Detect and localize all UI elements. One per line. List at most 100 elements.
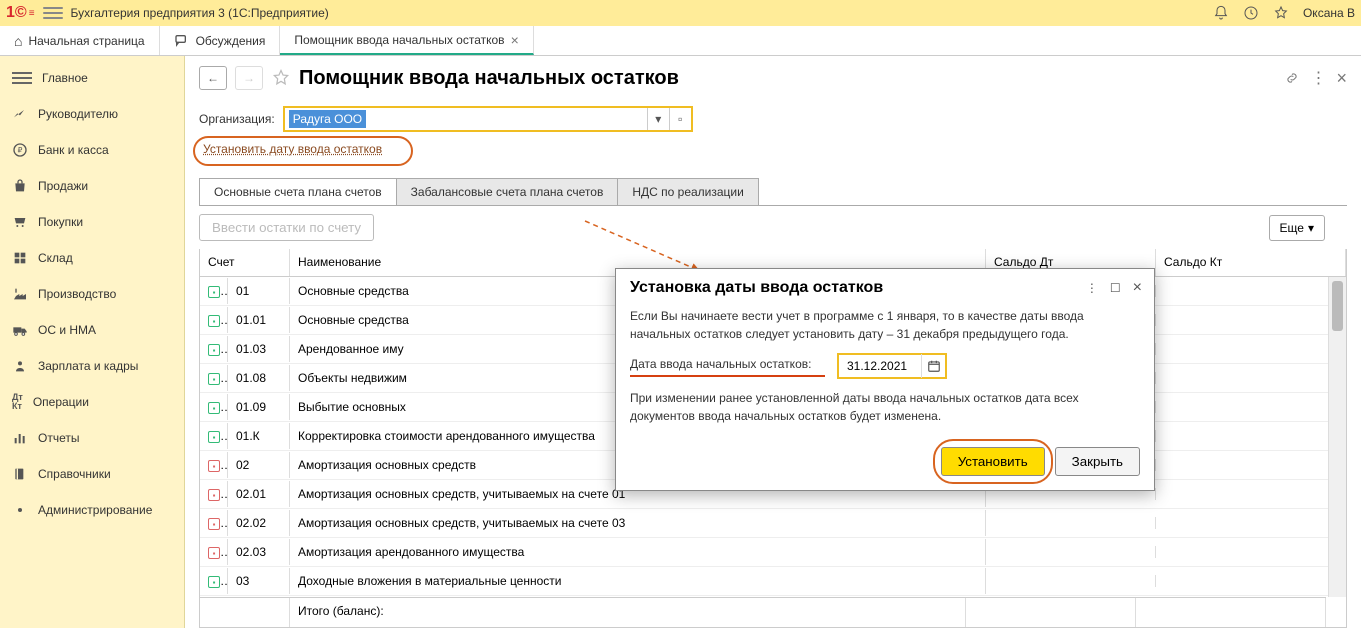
sidebar-item-label: ОС и НМА <box>38 323 96 337</box>
cart-icon <box>12 214 28 230</box>
link-icon[interactable] <box>1284 70 1300 86</box>
sidebar-item-stock[interactable]: Склад <box>0 240 184 276</box>
tab-label: Начальная страница <box>28 34 144 48</box>
sidebar-item-reports[interactable]: Отчеты <box>0 420 184 456</box>
dialog-cancel-button[interactable]: Закрыть <box>1055 447 1140 476</box>
sidebar: Главное Руководителю ₽ Банк и касса Прод… <box>0 56 185 628</box>
close-icon[interactable]: × <box>511 32 519 48</box>
inner-tab-vat[interactable]: НДС по реализации <box>617 178 758 205</box>
titlebar: 1©≡ Бухгалтерия предприятия 3 (1С:Предпр… <box>0 0 1361 26</box>
set-date-dialog: Установка даты ввода остатков ⋮ ☐ × Если… <box>615 268 1155 491</box>
cell-sd <box>986 517 1156 529</box>
sidebar-item-purch[interactable]: Покупки <box>0 204 184 240</box>
org-select[interactable]: Радуга ООО ▾ ▫ <box>283 106 693 132</box>
more-button[interactable]: Еще ▾ <box>1269 215 1325 241</box>
account-type-icon: ▪ <box>208 315 220 327</box>
cell-sd <box>986 546 1156 558</box>
bell-icon[interactable] <box>1213 5 1229 21</box>
enter-balances-button[interactable]: Ввести остатки по счету <box>199 214 374 241</box>
tab-home[interactable]: ⌂ Начальная страница <box>0 26 160 55</box>
star-icon[interactable] <box>1273 5 1289 21</box>
sidebar-item-label: Справочники <box>38 467 111 481</box>
ops-icon: ДтКт <box>12 393 23 411</box>
sidebar-item-ref[interactable]: Справочники <box>0 456 184 492</box>
nav-back-button[interactable]: ← <box>199 66 227 90</box>
cell-acct: 02 <box>228 452 290 478</box>
cell-acct: 01.08 <box>228 365 290 391</box>
sidebar-item-ops[interactable]: ДтКт Операции <box>0 384 184 420</box>
date-input[interactable] <box>839 355 921 377</box>
hamburger-icon[interactable] <box>43 3 63 23</box>
close-icon[interactable]: × <box>1336 68 1347 89</box>
kebab-icon[interactable]: ⋮ <box>1086 281 1098 295</box>
bars-icon <box>12 430 28 446</box>
row-icon-cell: ▪ <box>200 365 228 392</box>
history-icon[interactable] <box>1243 5 1259 21</box>
gear-icon <box>12 502 28 518</box>
cell-sk <box>1156 401 1346 413</box>
cell-sk <box>1156 517 1346 529</box>
annotation-underline <box>630 375 825 377</box>
chevron-down-icon: ▾ <box>1308 221 1314 235</box>
sidebar-item-hr[interactable]: Зарплата и кадры <box>0 348 184 384</box>
col-acct[interactable]: Счет <box>200 249 290 276</box>
account-type-icon: ▪ <box>208 373 220 385</box>
scroll-thumb[interactable] <box>1332 281 1343 331</box>
tab-label: Обсуждения <box>196 34 266 48</box>
org-label: Организация: <box>199 112 275 126</box>
inner-tab-main[interactable]: Основные счета плана счетов <box>199 178 397 205</box>
table-row[interactable]: ▪02.02Амортизация основных средств, учит… <box>200 509 1346 538</box>
sidebar-item-prod[interactable]: Производство <box>0 276 184 312</box>
open-ref-icon[interactable]: ▫ <box>669 108 691 130</box>
sidebar-item-label: Банк и касса <box>38 143 109 157</box>
nav-fwd-button: → <box>235 66 263 90</box>
row-icon-cell: ▪ <box>200 307 228 334</box>
cell-name: Амортизация арендованного имущества <box>290 539 986 565</box>
menu-icon <box>12 72 32 84</box>
sidebar-item-os[interactable]: ОС и НМА <box>0 312 184 348</box>
row-icon-cell: ▪ <box>200 539 228 566</box>
book-icon <box>12 466 28 482</box>
tab-discussions[interactable]: Обсуждения <box>160 26 281 55</box>
ruble-icon: ₽ <box>12 142 28 158</box>
dropdown-icon[interactable]: ▾ <box>647 108 669 130</box>
cell-sk <box>1156 546 1346 558</box>
sidebar-item-label: Отчеты <box>38 431 79 445</box>
footer-spacer <box>200 598 290 627</box>
user-name[interactable]: Оксана В <box>1303 6 1355 20</box>
tab-assistant[interactable]: Помощник ввода начальных остатков × <box>280 26 533 55</box>
col-sk[interactable]: Сальдо Кт <box>1156 249 1346 276</box>
cell-sk <box>1156 285 1346 297</box>
sidebar-item-admin[interactable]: Администрирование <box>0 492 184 528</box>
account-type-icon: ▪ <box>208 431 220 443</box>
scrollbar-vertical[interactable] <box>1328 277 1346 597</box>
app-title: Бухгалтерия предприятия 3 (1С:Предприяти… <box>71 6 329 20</box>
sidebar-item-bank[interactable]: ₽ Банк и касса <box>0 132 184 168</box>
cell-acct: 01.01 <box>228 307 290 333</box>
svg-text:₽: ₽ <box>18 146 23 155</box>
dialog-ok-button[interactable]: Установить <box>941 447 1045 476</box>
box-icon <box>12 250 28 266</box>
row-icon-cell: ▪ <box>200 481 228 508</box>
tabbar: ⌂ Начальная страница Обсуждения Помощник… <box>0 26 1361 56</box>
sidebar-item-label: Производство <box>38 287 116 301</box>
person-icon <box>12 358 28 374</box>
row-icon-cell: ▪ <box>200 278 228 305</box>
maximize-icon[interactable]: ☐ <box>1110 281 1121 295</box>
favorite-icon[interactable] <box>271 68 291 88</box>
date-input-wrap <box>837 353 947 379</box>
calendar-icon[interactable] <box>921 354 945 378</box>
sidebar-item-lead[interactable]: Руководителю <box>0 96 184 132</box>
sidebar-item-label: Главное <box>42 71 88 85</box>
cell-sk <box>1156 459 1346 471</box>
sidebar-item-sales[interactable]: Продажи <box>0 168 184 204</box>
table-row[interactable]: ▪02.03Амортизация арендованного имуществ… <box>200 538 1346 567</box>
chat-icon <box>174 33 190 49</box>
set-date-link[interactable]: Установить дату ввода остатков <box>199 140 386 158</box>
close-icon[interactable]: × <box>1133 279 1142 297</box>
sidebar-item-main[interactable]: Главное <box>0 60 184 96</box>
table-row[interactable]: ▪03Доходные вложения в материальные ценн… <box>200 567 1346 596</box>
content: ← → Помощник ввода начальных остатков ⋮ … <box>185 56 1361 628</box>
kebab-icon[interactable]: ⋮ <box>1310 68 1326 88</box>
inner-tab-offbal[interactable]: Забалансовые счета плана счетов <box>396 178 619 205</box>
